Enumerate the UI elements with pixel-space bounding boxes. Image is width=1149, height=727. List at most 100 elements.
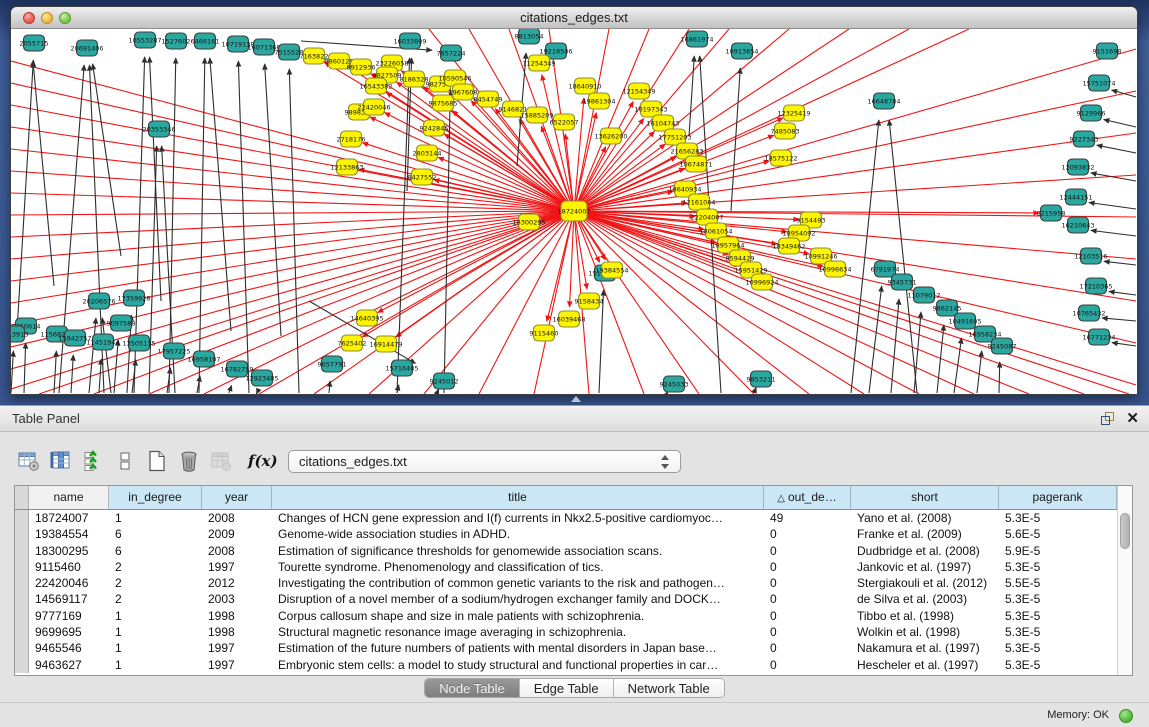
table-cell[interactable]: 2009 <box>202 526 272 542</box>
table-cell[interactable]: Nakamura et al. (1997) <box>851 640 999 656</box>
table-cell[interactable]: 14569117 <box>29 591 109 607</box>
table-row[interactable]: 911546021997Tourette syndrome. Phenomeno… <box>15 559 1117 575</box>
tab-edge-table[interactable]: Edge Table <box>520 679 614 697</box>
network-canvas[interactable]: 2055715206914061055328715276026466161107… <box>11 29 1137 394</box>
float-panel-icon[interactable] <box>1101 412 1115 426</box>
table-select-dropdown[interactable]: citations_edges.txt <box>288 450 681 473</box>
table-cell[interactable]: 9465546 <box>29 640 109 656</box>
table-cell[interactable]: 0 <box>764 543 851 559</box>
table-cell[interactable]: 1 <box>109 608 202 624</box>
table-cell[interactable]: Yano et al. (2008) <box>851 510 999 526</box>
table-cell[interactable]: 0 <box>764 575 851 591</box>
table-cell[interactable]: 49 <box>764 510 851 526</box>
column-header-short[interactable]: short <box>851 486 999 509</box>
table-cell[interactable]: Wolkin et al. (1998) <box>851 624 999 640</box>
table-cell[interactable]: Tourette syndrome. Phenomenology and cla… <box>272 559 764 575</box>
table-row[interactable]: 1872400712008Changes of HCN gene express… <box>15 510 1117 526</box>
table-cell[interactable]: 0 <box>764 526 851 542</box>
table-cell[interactable]: 2012 <box>202 575 272 591</box>
column-header-year[interactable]: year <box>202 486 272 509</box>
table-cell[interactable]: Structural magnetic resonance image aver… <box>272 624 764 640</box>
tab-node-table[interactable]: Node Table <box>425 679 520 697</box>
table-cell[interactable]: Investigating the contribution of common… <box>272 575 764 591</box>
delete-table-icon[interactable] <box>176 448 202 474</box>
table-cell[interactable]: 5.3E-5 <box>999 640 1117 656</box>
select-rows-icon[interactable] <box>80 448 106 474</box>
table-cell[interactable]: 1 <box>109 624 202 640</box>
table-cell[interactable]: 5.3E-5 <box>999 624 1117 640</box>
table-cell[interactable]: 1 <box>109 640 202 656</box>
column-header-pagerank[interactable]: pagerank <box>999 486 1117 509</box>
table-cell[interactable]: 18724007 <box>29 510 109 526</box>
table-cell[interactable]: 9115460 <box>29 559 109 575</box>
table-cell[interactable]: 5.3E-5 <box>999 608 1117 624</box>
table-cell[interactable]: 9463627 <box>29 657 109 673</box>
memory-status-indicator[interactable] <box>1119 709 1133 723</box>
table-row[interactable]: 1938455462009Genome-wide association stu… <box>15 526 1117 542</box>
table-cell[interactable]: 0 <box>764 591 851 607</box>
table-cell[interactable]: 9777169 <box>29 608 109 624</box>
table-cell[interactable]: Franke et al. (2009) <box>851 526 999 542</box>
table-cell[interactable]: 2008 <box>202 543 272 559</box>
table-cell[interactable]: 0 <box>764 657 851 673</box>
table-cell[interactable]: 6 <box>109 526 202 542</box>
window-titlebar[interactable]: citations_edges.txt <box>11 7 1137 29</box>
table-cell[interactable]: Jankovic et al. (1997) <box>851 559 999 575</box>
table-cell[interactable]: 2008 <box>202 510 272 526</box>
table-row[interactable]: 946554611997Estimation of the future num… <box>15 640 1117 656</box>
function-builder-icon[interactable]: f(x) <box>248 452 278 470</box>
table-settings-icon[interactable] <box>16 448 42 474</box>
table-cell[interactable]: de Silva et al. (2003) <box>851 591 999 607</box>
table-vertical-scrollbar[interactable] <box>1117 486 1132 675</box>
citation-network-view[interactable]: 2055715206914061055328715276026466161107… <box>11 29 1137 394</box>
table-cell[interactable]: Embryonic stem cells: a model to study s… <box>272 657 764 673</box>
table-cell[interactable]: 2 <box>109 591 202 607</box>
table-cell[interactable]: Corpus callosum shape and size in male p… <box>272 608 764 624</box>
table-cell[interactable]: 2 <box>109 559 202 575</box>
table-cell[interactable]: 5.3E-5 <box>999 657 1117 673</box>
table-row[interactable]: 969969511998Structural magnetic resonanc… <box>15 624 1117 640</box>
table-cell[interactable]: Genome-wide association studies in ADHD. <box>272 526 764 542</box>
table-row[interactable]: 1456911722003Disruption of a novel membe… <box>15 591 1117 607</box>
table-cell[interactable]: 5.3E-5 <box>999 510 1117 526</box>
splitter-handle[interactable] <box>571 396 581 402</box>
table-row[interactable]: 1830029562008Estimation of significance … <box>15 543 1117 559</box>
scrollbar-thumb[interactable] <box>1120 513 1130 549</box>
table-cell[interactable]: 9699695 <box>29 624 109 640</box>
table-column-icon[interactable] <box>48 448 74 474</box>
tab-network-table[interactable]: Network Table <box>614 679 724 697</box>
table-cell[interactable]: 19384554 <box>29 526 109 542</box>
table-cell[interactable]: 5.3E-5 <box>999 591 1117 607</box>
column-header-in_degree[interactable]: in_degree <box>109 486 202 509</box>
table-cell[interactable]: Changes of HCN gene expression and I(f) … <box>272 510 764 526</box>
table-cell[interactable]: 2 <box>109 575 202 591</box>
table-cell[interactable]: 1998 <box>202 608 272 624</box>
table-cell[interactable]: Estimation of the future numbers of pati… <box>272 640 764 656</box>
table-cell[interactable]: 1 <box>109 510 202 526</box>
column-header-out_de[interactable]: △out_de… <box>764 486 851 509</box>
table-cell[interactable]: 1998 <box>202 624 272 640</box>
table-cell[interactable]: 0 <box>764 608 851 624</box>
column-header-title[interactable]: title <box>272 486 764 509</box>
table-cell[interactable]: 1997 <box>202 559 272 575</box>
table-cell[interactable]: 2003 <box>202 591 272 607</box>
table-cell[interactable]: 1997 <box>202 657 272 673</box>
row-height-icon[interactable] <box>112 448 138 474</box>
table-cell[interactable]: 5.3E-5 <box>999 559 1117 575</box>
table-cell[interactable]: Disruption of a novel member of a sodium… <box>272 591 764 607</box>
table-cell[interactable]: 5.9E-5 <box>999 543 1117 559</box>
table-cell[interactable]: 5.5E-5 <box>999 575 1117 591</box>
table-cell[interactable]: 22420046 <box>29 575 109 591</box>
table-cell[interactable]: 5.6E-5 <box>999 526 1117 542</box>
table-cell[interactable]: 1997 <box>202 640 272 656</box>
table-cell[interactable]: 6 <box>109 543 202 559</box>
table-cell[interactable]: Hescheler et al. (1997) <box>851 657 999 673</box>
table-cell[interactable]: Stergiakouli et al. (2012) <box>851 575 999 591</box>
table-cell[interactable]: Dudbridge et al. (2008) <box>851 543 999 559</box>
column-header-name[interactable]: name <box>29 486 109 509</box>
table-cell[interactable]: 18300295 <box>29 543 109 559</box>
close-panel-icon[interactable]: ✕ <box>1126 409 1139 429</box>
table-cell[interactable]: 0 <box>764 624 851 640</box>
table-cell[interactable]: 0 <box>764 559 851 575</box>
table-cell[interactable]: Estimation of significance thresholds fo… <box>272 543 764 559</box>
